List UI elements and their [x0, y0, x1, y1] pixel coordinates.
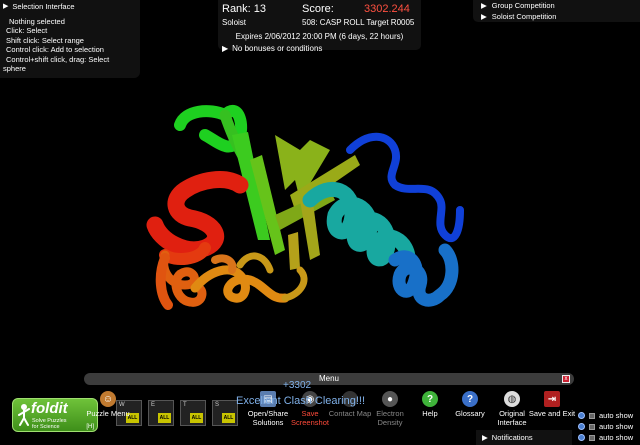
info-icon[interactable]: [578, 434, 585, 441]
auto-show-label: auto show: [599, 422, 634, 431]
selection-help-line: Control+shift click, drag: Select: [6, 54, 110, 64]
auto-show-row[interactable]: auto show: [578, 432, 633, 443]
save-screenshot-label: Save Screenshot: [291, 409, 329, 427]
all-badge[interactable]: ALL: [222, 413, 235, 423]
competition-panel: ▶ Group Competition ▶ Soloist Competitio…: [473, 0, 640, 22]
menu-close-button[interactable]: x: [562, 375, 570, 383]
mouse-icon: ◍: [504, 391, 520, 407]
save-and-exit-label: Save and Exit: [528, 409, 576, 418]
help-icon: ?: [422, 391, 438, 407]
open-share-label: Open/Share Solutions: [247, 409, 289, 427]
group-competition-toggle[interactable]: ▶ Group Competition: [481, 0, 632, 11]
logo-tagline: for Science: [32, 424, 60, 430]
puzzle-icon: ☺: [100, 391, 116, 407]
expiry-text: Expires 2/06/2012 20:00 PM (6 days, 22 h…: [235, 32, 404, 41]
expand-triangle-icon[interactable]: ▶: [482, 433, 488, 442]
player-role: Soloist: [222, 18, 247, 27]
notifications-label: Notifications: [491, 433, 533, 442]
score-delta-popup: +3302: [283, 380, 312, 391]
auto-show-checkbox[interactable]: [589, 412, 595, 419]
selection-interface-title: Selection Interface: [12, 2, 75, 11]
menu-bar[interactable]: Menu x: [84, 373, 574, 385]
contact-map-label: Contact Map: [328, 409, 372, 418]
mini-panel-s[interactable]: S ALL: [212, 400, 238, 426]
glossary-icon: ?: [462, 391, 478, 407]
selection-status: Nothing selected: [9, 16, 65, 26]
glossary-label: Glossary: [455, 409, 485, 418]
exit-door-icon: ⇥: [544, 391, 560, 407]
mini-panel-letter: S: [215, 402, 220, 408]
auto-show-label: auto show: [599, 411, 634, 420]
help-label: Help: [422, 409, 438, 418]
logo-hotkey: [H]: [86, 424, 94, 430]
clash-clearing-message: Excellent Clash Clearing!!!: [236, 395, 366, 407]
auto-show-row[interactable]: auto show: [578, 421, 633, 432]
selection-help-line: Control click: Add to selection: [6, 45, 104, 54]
puzzle-menu-button[interactable]: ☺ Puzzle Menu: [84, 391, 132, 418]
puzzle-menu-label: Puzzle Menu: [86, 409, 130, 418]
group-competition-label: Group Competition: [491, 1, 555, 10]
score-label: Score:: [302, 3, 334, 15]
selection-interface-header[interactable]: ▶ Selection Interface: [3, 2, 137, 12]
soloist-competition-toggle[interactable]: ▶ Soloist Competition: [481, 11, 632, 22]
expand-triangle-icon[interactable]: ▶: [481, 12, 487, 21]
auto-show-label: auto show: [599, 433, 634, 442]
selection-help-line: Click: Select: [6, 26, 48, 35]
score-panel: Rank: 13 Score: 3302.244 Soloist 508: CA…: [218, 0, 421, 53]
expand-triangle-icon[interactable]: ▶: [481, 1, 487, 10]
notifications-toggle[interactable]: ▶ Notifications: [476, 430, 572, 445]
menu-title: Menu: [318, 374, 339, 383]
rank-label: Rank: 13: [222, 3, 267, 15]
selection-help-line: sphere: [3, 64, 26, 73]
auto-show-checkbox[interactable]: [589, 434, 595, 441]
auto-show-row[interactable]: auto show: [578, 410, 633, 421]
soloist-competition-label: Soloist Competition: [491, 12, 557, 21]
electron-density-icon: ●: [382, 391, 398, 407]
mini-panel-e[interactable]: E ALL: [148, 400, 174, 426]
logo-name: foldit: [31, 400, 68, 417]
bonus-toggle[interactable]: ▶ No bonuses or conditions: [222, 44, 417, 53]
save-and-exit-button[interactable]: ⇥ Save and Exit: [528, 391, 576, 418]
selection-help-line: Shift click: Select range: [6, 35, 84, 45]
selection-interface-panel: ▶ Selection Interface Nothing selected C…: [0, 0, 140, 78]
collapse-triangle-icon[interactable]: ▶: [3, 2, 8, 12]
bonus-text: No bonuses or conditions: [232, 44, 323, 53]
foldit-figure-icon: [18, 404, 30, 426]
glossary-button[interactable]: ? Glossary: [446, 391, 494, 418]
score-value: 3302.244: [364, 3, 410, 15]
puzzle-name: 508: CASP ROLL Target R0005: [302, 18, 415, 27]
info-icon[interactable]: [578, 423, 585, 430]
all-badge[interactable]: ALL: [190, 413, 203, 423]
mini-panel-letter: T: [183, 402, 187, 408]
info-icon[interactable]: [578, 412, 585, 419]
original-interface-label: Original Interface: [497, 409, 527, 427]
auto-show-checkbox[interactable]: [589, 423, 595, 430]
mini-panel-t[interactable]: T ALL: [180, 400, 206, 426]
electron-density-label: Electron Density: [376, 409, 404, 427]
auto-show-panel: auto show auto show auto show: [578, 410, 633, 443]
expand-triangle-icon[interactable]: ▶: [222, 44, 228, 53]
all-badge[interactable]: ALL: [158, 413, 171, 423]
mini-panel-letter: E: [151, 402, 156, 408]
